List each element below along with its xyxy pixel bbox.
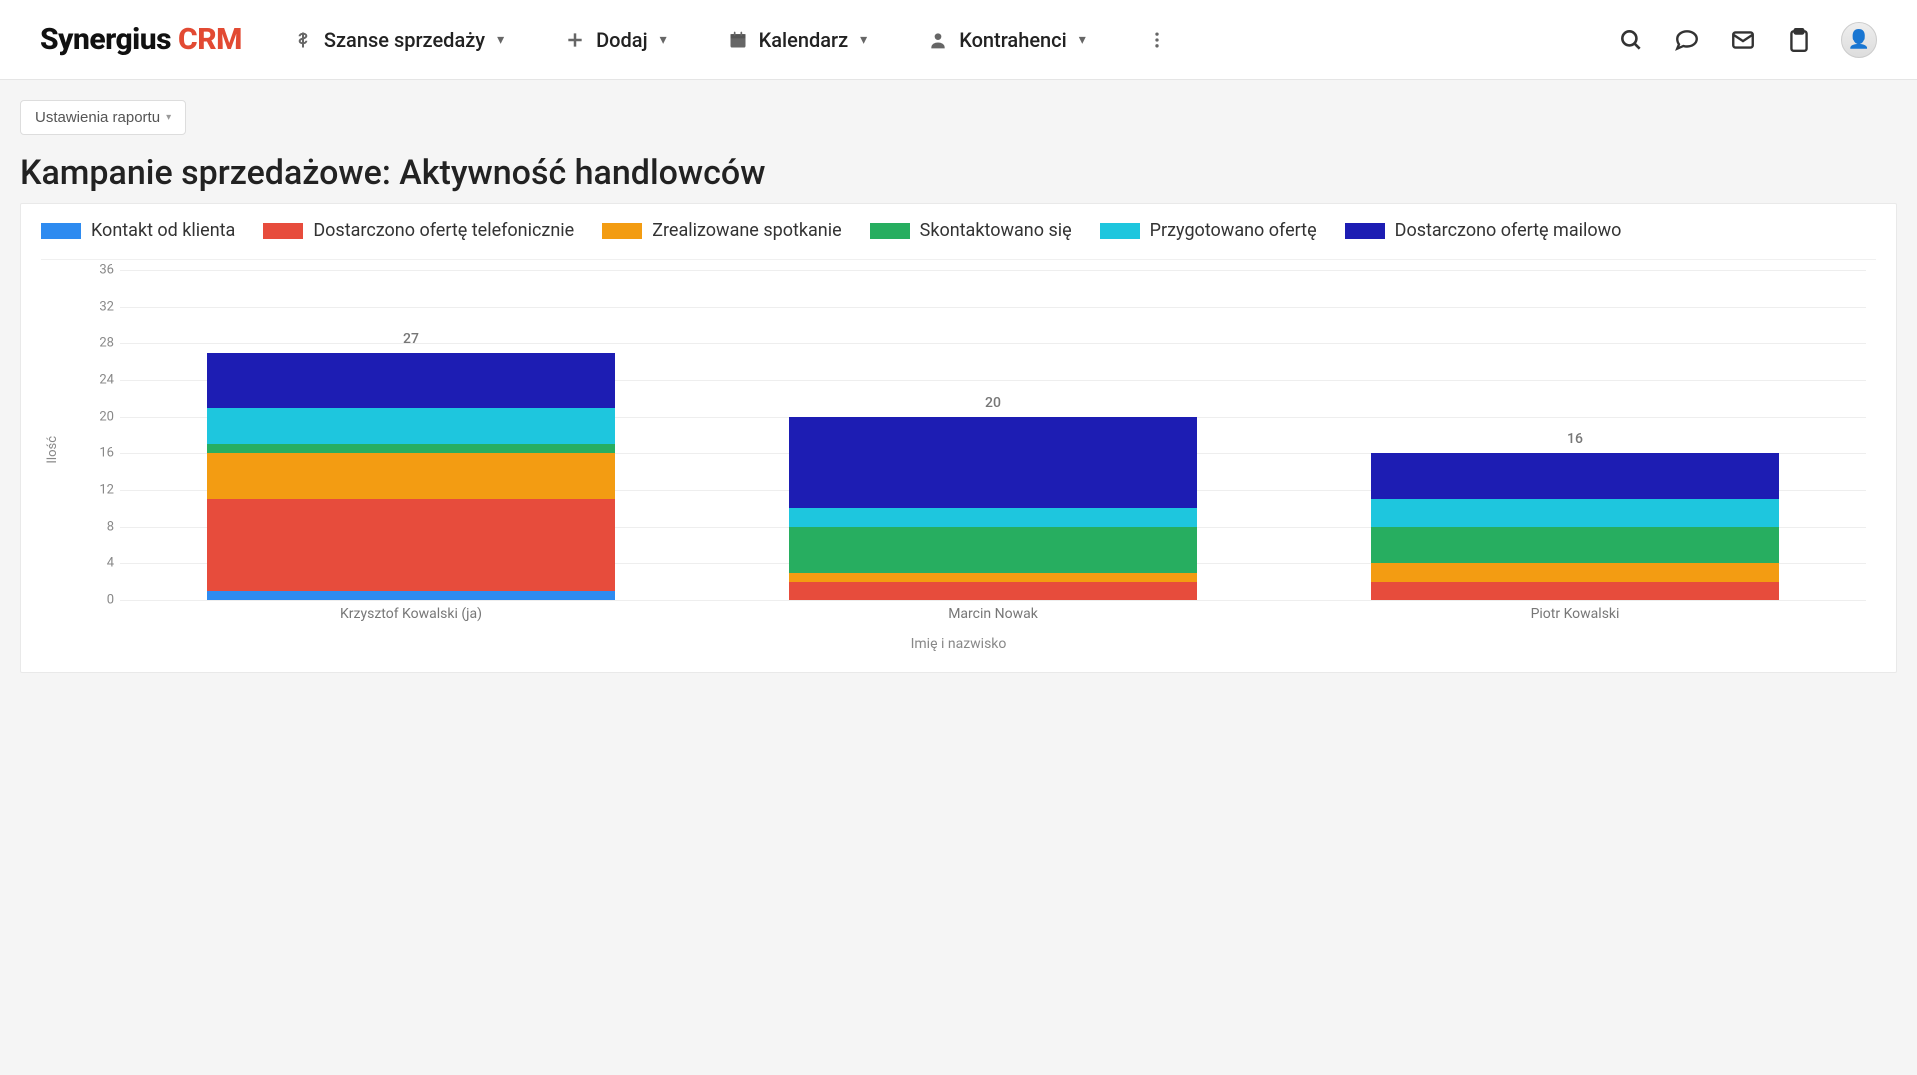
nav-item-sales[interactable]: Szanse sprzedaży ▾: [292, 28, 504, 52]
bar-slot: 27: [120, 270, 702, 600]
mail-icon[interactable]: [1729, 26, 1757, 54]
bar-segment[interactable]: [789, 417, 1196, 509]
legend-label: Zrealizowane spotkanie: [652, 220, 841, 241]
chevron-down-icon: ▾: [860, 32, 867, 48]
y-tick: 4: [70, 556, 114, 571]
legend-item[interactable]: Skontaktowano się: [870, 220, 1072, 241]
legend-item[interactable]: Kontakt od klienta: [41, 220, 235, 241]
x-tick: Krzysztof Kowalski (ja): [120, 600, 702, 630]
nav-label: Dodaj: [596, 28, 647, 52]
brand-logo: Synergius CRM: [40, 22, 242, 57]
y-tick: 16: [70, 446, 114, 461]
stacked-bar[interactable]: [789, 417, 1196, 600]
y-tick: 32: [70, 299, 114, 314]
chevron-down-icon: ▾: [660, 32, 667, 48]
nav-item-more[interactable]: [1146, 29, 1168, 51]
more-vertical-icon: [1146, 29, 1168, 51]
y-tick: 24: [70, 373, 114, 388]
legend-swatch: [1100, 223, 1140, 239]
nav-item-add[interactable]: Dodaj ▾: [564, 28, 667, 52]
nav-label: Kalendarz: [759, 28, 849, 52]
bar-segment[interactable]: [207, 444, 614, 453]
nav-item-contractors[interactable]: Kontrahenci ▾: [927, 28, 1086, 52]
bar-total-label: 27: [403, 331, 419, 347]
bar-segment[interactable]: [207, 591, 614, 600]
bar-total-label: 20: [985, 395, 1001, 411]
chart-container: Kontakt od klienta Dostarczono ofertę tel…: [20, 203, 1897, 673]
bar-segment[interactable]: [207, 453, 614, 499]
bar-segment[interactable]: [789, 582, 1196, 600]
y-tick: 20: [70, 409, 114, 424]
legend-label: Skontaktowano się: [920, 220, 1072, 241]
bar-segment[interactable]: [789, 508, 1196, 526]
bar-segment[interactable]: [789, 527, 1196, 573]
bar-segment[interactable]: [207, 408, 614, 445]
chat-icon[interactable]: [1673, 26, 1701, 54]
y-axis-label: Ilość: [41, 436, 64, 464]
dollar-icon: [292, 29, 314, 51]
chart-legend: Kontakt od klienta Dostarczono ofertę tel…: [41, 216, 1876, 260]
nav-item-calendar[interactable]: Kalendarz ▾: [727, 28, 868, 52]
legend-swatch: [1345, 223, 1385, 239]
y-tick: 36: [70, 263, 114, 278]
chevron-down-icon: ▾: [1079, 32, 1086, 48]
legend-item[interactable]: Zrealizowane spotkanie: [602, 220, 841, 241]
bar-segment[interactable]: [1371, 527, 1778, 564]
chart-plot: 27 20 16 Krzysztof Kowalski (ja)Marcin Now…: [70, 270, 1876, 630]
stacked-bar[interactable]: [207, 353, 614, 600]
legend-swatch: [41, 223, 81, 239]
calendar-icon: [727, 29, 749, 51]
bar-segment[interactable]: [207, 353, 614, 408]
nav-label: Kontrahenci: [959, 28, 1067, 52]
plus-icon: [564, 29, 586, 51]
x-axis-label: Imię i nazwisko: [41, 636, 1876, 652]
header-actions: 👤: [1617, 22, 1877, 58]
main-content: Ustawienia raportu ▾ Kampanie sprzedażow…: [0, 80, 1917, 693]
brand-name-b: CRM: [178, 22, 242, 57]
y-tick: 8: [70, 519, 114, 534]
clipboard-icon[interactable]: [1785, 26, 1813, 54]
bar-segment[interactable]: [1371, 453, 1778, 499]
legend-swatch: [263, 223, 303, 239]
user-icon: [927, 29, 949, 51]
brand-name-a: Synergius: [40, 22, 171, 57]
x-tick: Piotr Kowalski: [1284, 600, 1866, 630]
legend-item[interactable]: Dostarczono ofertę telefonicznie: [263, 220, 574, 241]
bar-segment[interactable]: [1371, 499, 1778, 527]
legend-swatch: [602, 223, 642, 239]
nav-label: Szanse sprzedaży: [324, 28, 485, 52]
legend-swatch: [870, 223, 910, 239]
bar-slot: 20: [702, 270, 1284, 600]
report-title: Kampanie sprzedażowe: Aktywność handlowc…: [20, 153, 1897, 193]
bar-total-label: 16: [1567, 431, 1583, 447]
bar-segment[interactable]: [1371, 582, 1778, 600]
legend-item[interactable]: Przygotowano ofertę: [1100, 220, 1317, 241]
legend-item[interactable]: Dostarczono ofertę mailowo: [1345, 220, 1622, 241]
stacked-bar[interactable]: [1371, 453, 1778, 600]
chevron-down-icon: ▾: [166, 112, 171, 123]
y-tick: 28: [70, 336, 114, 351]
search-icon[interactable]: [1617, 26, 1645, 54]
avatar[interactable]: 👤: [1841, 22, 1877, 58]
legend-label: Przygotowano ofertę: [1150, 220, 1317, 241]
chevron-down-icon: ▾: [497, 32, 504, 48]
bar-slot: 16: [1284, 270, 1866, 600]
settings-label: Ustawienia raportu: [35, 109, 160, 126]
legend-label: Dostarczono ofertę mailowo: [1395, 220, 1622, 241]
bar-segment[interactable]: [789, 573, 1196, 582]
y-tick: 0: [70, 593, 114, 608]
legend-label: Kontakt od klienta: [91, 220, 235, 241]
app-header: Synergius CRM Szanse sprzedaży ▾ Dodaj ▾…: [0, 0, 1917, 80]
main-nav: Szanse sprzedaży ▾ Dodaj ▾ Kalendarz ▾ K…: [292, 28, 1168, 52]
x-tick: Marcin Nowak: [702, 600, 1284, 630]
report-settings-button[interactable]: Ustawienia raportu ▾: [20, 100, 186, 135]
y-tick: 12: [70, 483, 114, 498]
legend-label: Dostarczono ofertę telefonicznie: [313, 220, 574, 241]
bar-segment[interactable]: [1371, 563, 1778, 581]
bar-segment[interactable]: [207, 499, 614, 591]
